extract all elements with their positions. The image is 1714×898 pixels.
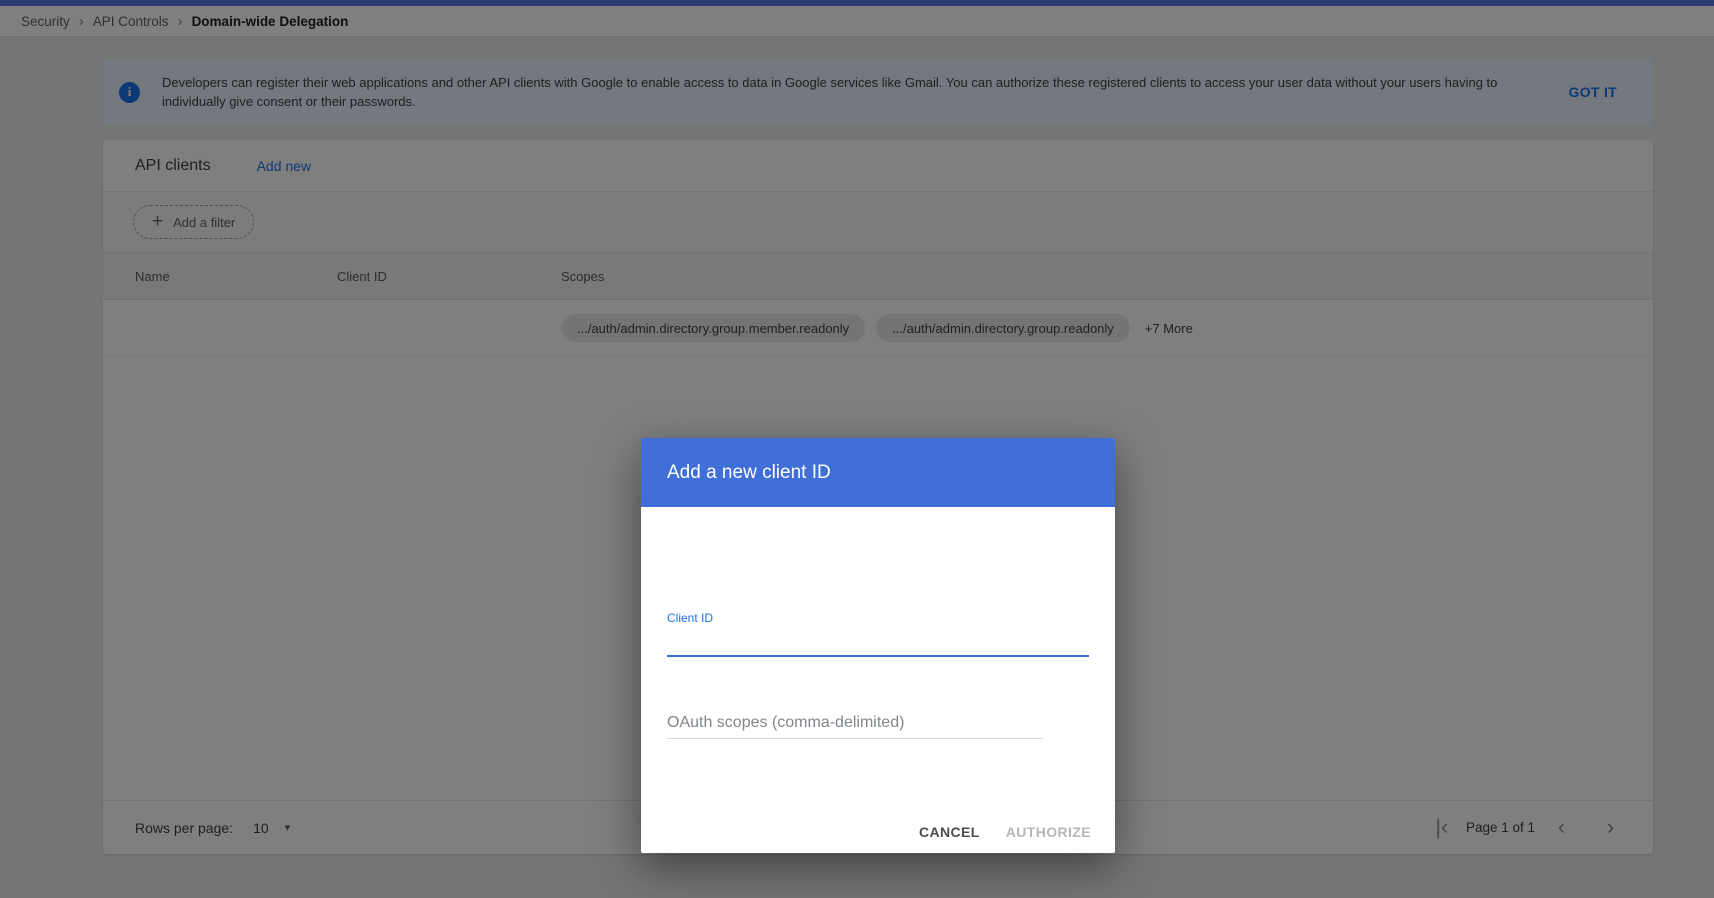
dialog-title: Add a new client ID (667, 462, 831, 484)
oauth-scopes-input[interactable] (667, 707, 1043, 739)
client-id-field-label: Client ID (667, 611, 713, 625)
dialog-actions: CANCEL AUTHORIZE (919, 824, 1091, 840)
cancel-button[interactable]: CANCEL (919, 824, 980, 840)
dialog-header: Add a new client ID (641, 438, 1115, 507)
authorize-button[interactable]: AUTHORIZE (1006, 824, 1091, 840)
dialog-body: Client ID CANCEL AUTHORIZE (641, 507, 1115, 853)
client-id-input[interactable] (667, 625, 1089, 657)
add-client-id-dialog: Add a new client ID Client ID CANCEL AUT… (641, 438, 1115, 853)
